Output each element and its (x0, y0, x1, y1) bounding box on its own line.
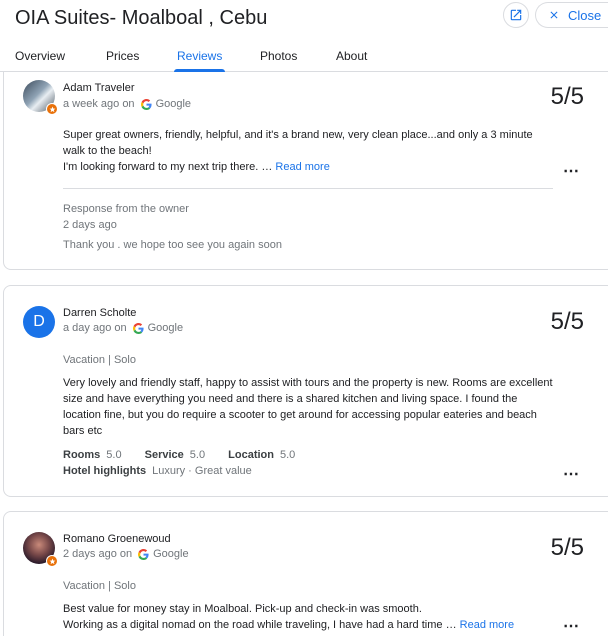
local-guide-badge-icon (46, 103, 58, 115)
more-options-icon[interactable]: ⋯ (563, 464, 579, 484)
tab-about[interactable]: About (336, 49, 367, 72)
review-time: a day ago on (63, 322, 127, 334)
review-meta: 2 days ago on Google (63, 548, 189, 560)
tab-bar: Overview Prices Reviews Photos About (0, 49, 608, 72)
review-text-continued: I'm looking forward to my next trip ther… (63, 161, 273, 173)
google-icon (132, 322, 144, 334)
review-time: a week ago on (63, 98, 135, 110)
trip-type: Vacation | Solo (63, 354, 136, 366)
close-icon (550, 11, 558, 19)
review-time: 2 days ago on (63, 548, 133, 560)
owner-response-label: Response from the owner (63, 203, 189, 215)
review-rating: 5/5 (550, 83, 584, 110)
review-text: Best value for money stay in Moalboal. P… (63, 601, 553, 633)
close-button[interactable]: Close (535, 2, 608, 28)
read-more-link[interactable]: Read more (460, 619, 514, 631)
review-text-line: Best value for money stay in Moalboal. P… (63, 603, 422, 615)
reviewer-name[interactable]: Romano Groenewoud (63, 533, 171, 545)
reviewer-name[interactable]: Darren Scholte (63, 307, 136, 319)
more-options-icon[interactable]: ⋯ (563, 161, 579, 181)
open-in-new-button[interactable] (503, 2, 529, 28)
rooms-label: Rooms (63, 449, 101, 461)
highlights-label: Hotel highlights (63, 465, 147, 477)
avatar[interactable] (23, 532, 58, 567)
avatar-letter: D (33, 313, 45, 330)
trip-type: Vacation | Solo (63, 580, 136, 592)
sub-ratings: Rooms 5.0 Service 5.0 Location 5.0 (63, 449, 315, 461)
avatar[interactable] (23, 80, 58, 115)
review-text-line: I'm looking forward to my next trip ther… (63, 159, 553, 175)
location-label: Location (228, 449, 274, 461)
reviewer-name[interactable]: Adam Traveler (63, 82, 135, 94)
star-icon (49, 558, 55, 564)
review-card: D Darren Scholte a day ago on Google 5/5… (3, 285, 608, 497)
review-card: Adam Traveler a week ago on Google 5/5 S… (3, 48, 608, 270)
review-text-line: Working as a digital nomad on the road w… (63, 617, 553, 633)
review-source: Google (147, 322, 184, 334)
review-rating: 5/5 (550, 308, 584, 335)
tab-prices[interactable]: Prices (106, 49, 139, 72)
review-text-continued: Working as a digital nomad on the road w… (63, 619, 457, 631)
review-meta: a day ago on Google (63, 322, 183, 334)
review-text: Super great owners, friendly, helpful, a… (63, 127, 553, 175)
service-value: 5.0 (189, 449, 206, 461)
avatar[interactable]: D (23, 306, 55, 338)
open-in-new-icon (510, 9, 522, 21)
local-guide-badge-icon (46, 555, 58, 567)
service-label: Service (144, 449, 184, 461)
read-more-link[interactable]: Read more (275, 161, 329, 173)
review-source: Google (155, 98, 192, 110)
tab-overview[interactable]: Overview (15, 49, 65, 72)
more-options-icon[interactable]: ⋯ (563, 616, 579, 636)
google-icon (138, 548, 149, 560)
review-meta: a week ago on Google (63, 98, 191, 110)
owner-response-text: Thank you . we hope too see you again so… (63, 239, 282, 251)
review-text: Very lovely and friendly staff, happy to… (63, 377, 553, 437)
star-icon (49, 106, 55, 112)
owner-response-time: 2 days ago (63, 219, 117, 231)
review-card: Romano Groenewoud 2 days ago on Google 5… (3, 511, 608, 636)
hotel-highlights: Hotel highlights Luxury · Great value (63, 465, 272, 477)
place-title: OIA Suites- Moalboal , Cebu (15, 7, 268, 29)
rooms-value: 5.0 (106, 449, 122, 461)
location-value: 5.0 (280, 449, 296, 461)
close-label: Close (568, 7, 602, 23)
review-rating: 5/5 (550, 534, 584, 561)
place-header: OIA Suites- Moalboal , Cebu Close Overvi… (0, 0, 608, 72)
divider (63, 188, 553, 189)
highlights-value: Luxury · Great value (152, 465, 252, 477)
review-source: Google (153, 548, 189, 560)
tab-reviews[interactable]: Reviews (173, 49, 226, 72)
review-text-line: Super great owners, friendly, helpful, a… (63, 129, 533, 157)
google-icon (140, 98, 152, 110)
tab-photos[interactable]: Photos (260, 49, 297, 72)
